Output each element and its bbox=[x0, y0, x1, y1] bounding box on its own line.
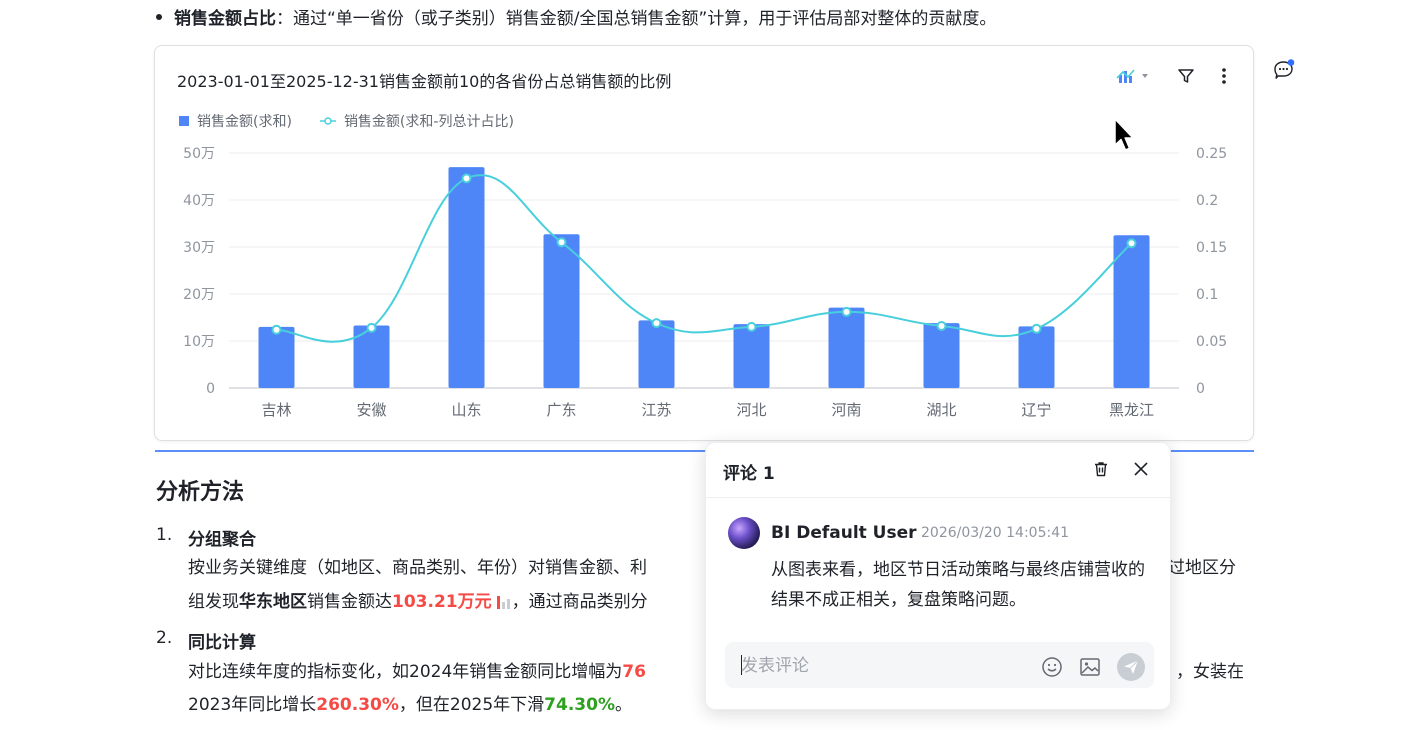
avatar[interactable] bbox=[728, 517, 760, 549]
y-right-tick-label: 0.15 bbox=[1196, 240, 1227, 256]
bar bbox=[733, 324, 770, 388]
line-point bbox=[651, 318, 662, 329]
close-icon[interactable] bbox=[1132, 460, 1150, 478]
highlight-value: 76 bbox=[622, 662, 646, 682]
x-tick-label: 山东 bbox=[451, 401, 481, 419]
text-run: 组发现 bbox=[188, 592, 239, 612]
comment-panel-actions bbox=[1092, 460, 1150, 478]
bar bbox=[448, 167, 485, 388]
emoji-icon[interactable] bbox=[1040, 655, 1064, 679]
line-point bbox=[1126, 238, 1137, 249]
send-icon[interactable] bbox=[1116, 652, 1146, 682]
bar bbox=[1018, 326, 1055, 388]
y-right-tick-label: 0.25 bbox=[1196, 146, 1227, 162]
section-title: 分析方法 bbox=[156, 480, 245, 505]
y-left-tick-label: 10万 bbox=[183, 334, 215, 350]
delete-icon[interactable] bbox=[1092, 460, 1110, 478]
comment-input-actions bbox=[1040, 652, 1146, 682]
x-tick-label: 黑龙江 bbox=[1109, 401, 1154, 419]
bar bbox=[258, 326, 295, 388]
list-item-text-1b: 组发现华东地区销售金额达103.21万元 ，通过商品类别分 bbox=[188, 585, 648, 619]
text-run: 销售金额达 bbox=[307, 592, 392, 612]
x-tick-label: 湖北 bbox=[926, 401, 956, 419]
y-left-tick-label: 30万 bbox=[183, 240, 215, 256]
y-right-tick-label: 0.1 bbox=[1196, 287, 1218, 303]
comment-timestamp: 2026/03/20 14:05:41 bbox=[921, 525, 1070, 541]
list-number-1: 1. bbox=[156, 525, 173, 545]
mini-bar-chart-icon[interactable] bbox=[496, 594, 512, 610]
comment-panel: 评论 1 BI Default User 2026/03/20 14:05:41… bbox=[705, 442, 1171, 710]
line-point bbox=[461, 173, 472, 184]
y-left-tick-label: 0 bbox=[206, 381, 215, 397]
bullet-text: ：通过“单一省份（或子类别）销售金额/全国总销售金额”计算，用于评估局部对整体的… bbox=[276, 9, 997, 29]
bullet-bold-term: 销售金额占比 bbox=[174, 9, 276, 29]
bullet-item: 销售金额占比：通过“单一省份（或子类别）销售金额/全国总销售金额”计算，用于评估… bbox=[156, 4, 996, 29]
y-right-tick-label: 0.05 bbox=[1196, 334, 1227, 350]
text-bold-run: 华东地区 bbox=[239, 592, 307, 612]
x-tick-label: 吉林 bbox=[261, 401, 291, 419]
text-run: 2023年同比增长 bbox=[188, 695, 317, 715]
y-left-tick-label: 40万 bbox=[183, 193, 215, 209]
bar bbox=[638, 320, 675, 388]
comment-toggle[interactable] bbox=[1272, 58, 1296, 86]
text-run: ，通过商品类别分 bbox=[511, 592, 648, 612]
bar bbox=[828, 307, 865, 388]
chart-plot: 0 0 10万 0.05 20万 0.1 30万 0.15 40万 0.2 50万 0.25 吉林 安徽 山… bbox=[183, 146, 1227, 419]
line-point bbox=[746, 321, 757, 332]
line-point bbox=[556, 237, 567, 248]
line-point bbox=[366, 322, 377, 333]
y-left-tick-label: 50万 bbox=[183, 146, 215, 162]
x-tick-label: 辽宁 bbox=[1021, 401, 1051, 419]
line-point bbox=[936, 320, 947, 331]
list-item-text-2a: 对比连续年度的指标变化，如2024年销售金额同比增幅为76 bbox=[188, 655, 646, 689]
list-item-text-2a-tail: ，女装在 bbox=[1176, 662, 1244, 682]
x-tick-label: 河北 bbox=[736, 401, 766, 419]
list-item-text-2b: 2023年同比增长260.30%，但在2025年下滑74.30%。 bbox=[188, 688, 632, 722]
comment-panel-title: 评论 1 bbox=[723, 464, 775, 484]
comment-bubble-icon bbox=[1274, 59, 1295, 79]
x-tick-label: 河南 bbox=[831, 401, 861, 419]
x-tick-label: 安徽 bbox=[356, 401, 386, 419]
y-right-tick-label: 0 bbox=[1196, 381, 1205, 397]
bar bbox=[1113, 235, 1150, 388]
list-item-title-2: 同比计算 bbox=[188, 633, 256, 653]
text-run: 对比连续年度的指标变化，如2024年销售金额同比增幅为 bbox=[188, 662, 623, 682]
bar bbox=[543, 234, 580, 388]
list-item-title-1: 分组聚合 bbox=[188, 530, 256, 550]
list-item-text-1a: 按业务关键维度（如地区、商品类别、年份）对销售金额、利 bbox=[188, 551, 647, 585]
comment-author: BI Default User bbox=[771, 523, 917, 543]
chart-card: 2023-01-01至2025-12-31销售金额前10的各省份占总销售额的比例 bbox=[154, 45, 1254, 441]
highlight-value: 103.21万元 bbox=[392, 592, 492, 612]
y-left-tick-label: 20万 bbox=[183, 287, 215, 303]
line-point bbox=[1031, 323, 1042, 334]
comment-text: 从图表来看，地区节日活动策略与最终店铺营收的结果不成正相关，复盘策略问题。 bbox=[771, 560, 1145, 610]
highlight-value-negative: 74.30% bbox=[544, 695, 615, 715]
text-run: ，但在2025年下滑 bbox=[398, 695, 545, 715]
line-point bbox=[841, 306, 852, 317]
comment-input[interactable] bbox=[739, 642, 1013, 690]
bullet-dot bbox=[156, 14, 162, 20]
list-number-2: 2. bbox=[156, 628, 173, 648]
list-item-text-1a-tail: 过地区分 bbox=[1168, 558, 1236, 578]
bar bbox=[923, 323, 960, 388]
y-right-tick-label: 0.2 bbox=[1196, 193, 1218, 209]
image-icon[interactable] bbox=[1078, 655, 1102, 679]
mouse-cursor-icon bbox=[1114, 118, 1134, 151]
x-tick-label: 广东 bbox=[546, 401, 576, 419]
line-point bbox=[271, 324, 282, 335]
text-run: 按业务关键维度（如地区、商品类别、年份）对销售金额、利 bbox=[188, 558, 647, 578]
x-tick-label: 江苏 bbox=[641, 401, 671, 419]
comment-panel-header: 评论 1 bbox=[706, 443, 1170, 498]
text-run: 。 bbox=[614, 695, 632, 715]
comment-input-box bbox=[725, 642, 1154, 690]
highlight-value: 260.30% bbox=[316, 695, 399, 715]
